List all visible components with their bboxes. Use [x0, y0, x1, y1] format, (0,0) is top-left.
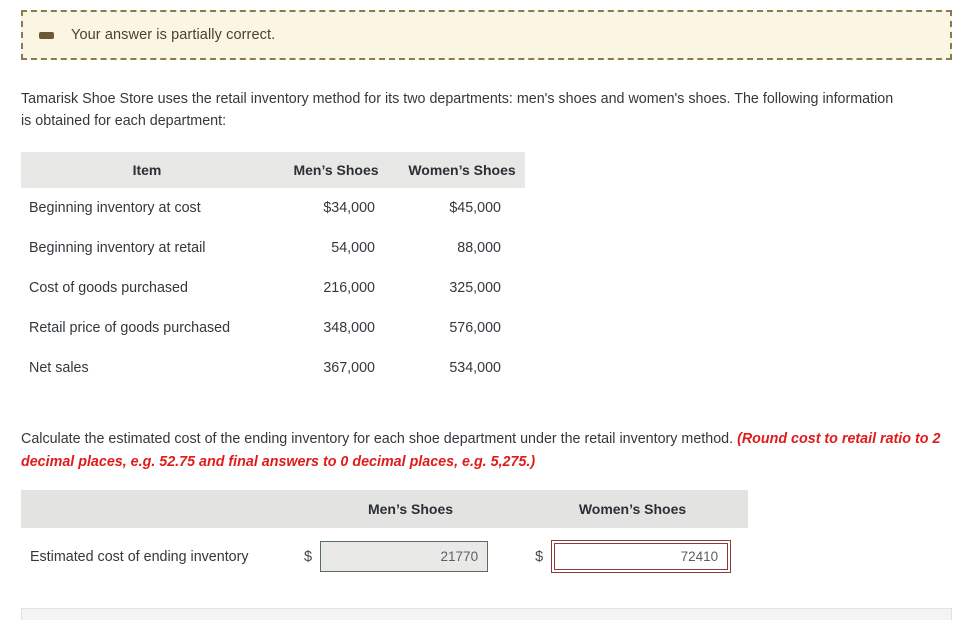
- column-header-item: Item: [21, 152, 273, 188]
- row-value-mens: 348,000: [323, 320, 375, 336]
- table-row: Net sales 367,000 534,000: [21, 348, 525, 388]
- problem-statement: Tamarisk Shoe Store uses the retail inve…: [21, 91, 894, 129]
- row-value-womens: 88,000: [457, 240, 501, 256]
- dollar-sign-icon: $: [535, 548, 544, 565]
- answer-table-row: Estimated cost of ending inventory $ $: [21, 528, 748, 580]
- row-value-mens: $34,000: [323, 200, 375, 216]
- table-row: Retail price of goods purchased 348,000 …: [21, 308, 525, 348]
- answer-row-label: Estimated cost of ending inventory: [30, 548, 249, 565]
- row-label: Cost of goods purchased: [29, 280, 188, 296]
- table-header-row: Item Men’s Shoes Women’s Shoes: [21, 152, 525, 188]
- row-value-womens: 534,000: [449, 360, 501, 376]
- calculation-instruction: Calculate the estimated cost of the endi…: [21, 428, 951, 474]
- table-row: Cost of goods purchased 216,000 325,000: [21, 268, 525, 308]
- row-label: Net sales: [29, 360, 89, 376]
- row-value-womens: 576,000: [449, 320, 501, 336]
- answer-entry-table: Men’s Shoes Women’s Shoes Estimated cost…: [21, 490, 748, 580]
- column-header-womens-shoes: Women’s Shoes: [399, 152, 525, 188]
- instruction-text: Calculate the estimated cost of the endi…: [21, 431, 738, 447]
- data-table-body: Beginning inventory at cost $34,000 $45,…: [21, 188, 525, 388]
- data-table-header: Item Men’s Shoes Women’s Shoes: [21, 152, 525, 188]
- table-row: Beginning inventory at cost $34,000 $45,…: [21, 188, 525, 228]
- alert-message: Your answer is partially correct.: [71, 27, 276, 43]
- minus-icon: [39, 31, 54, 39]
- row-value-mens: 54,000: [331, 240, 375, 256]
- row-value-womens: $45,000: [449, 200, 501, 216]
- mens-answer-group: $: [304, 541, 489, 572]
- inventory-data-table: Item Men’s Shoes Women’s Shoes Beginning…: [21, 152, 525, 388]
- womens-estimated-cost-input[interactable]: [554, 543, 729, 570]
- answer-table-header: Men’s Shoes Women’s Shoes: [21, 490, 748, 528]
- bottom-panel-partial: [21, 608, 952, 620]
- womens-estimated-cost-field-wrapper: [551, 540, 732, 573]
- answer-column-header-mens-shoes: Men’s Shoes: [367, 501, 454, 517]
- row-value-womens: 325,000: [449, 280, 501, 296]
- mens-estimated-cost-input[interactable]: [320, 541, 489, 572]
- row-value-mens: 367,000: [323, 360, 375, 376]
- womens-answer-group: $: [535, 540, 732, 573]
- row-value-mens: 216,000: [323, 280, 375, 296]
- answer-column-header-womens-shoes: Women’s Shoes: [578, 501, 687, 517]
- dollar-sign-icon: $: [304, 548, 313, 565]
- table-row: Beginning inventory at retail 54,000 88,…: [21, 228, 525, 268]
- row-label: Beginning inventory at cost: [29, 200, 201, 216]
- partially-correct-alert: Your answer is partially correct.: [21, 10, 952, 60]
- row-label: Beginning inventory at retail: [29, 240, 206, 256]
- column-header-mens-shoes: Men’s Shoes: [273, 152, 399, 188]
- row-label: Retail price of goods purchased: [29, 320, 231, 336]
